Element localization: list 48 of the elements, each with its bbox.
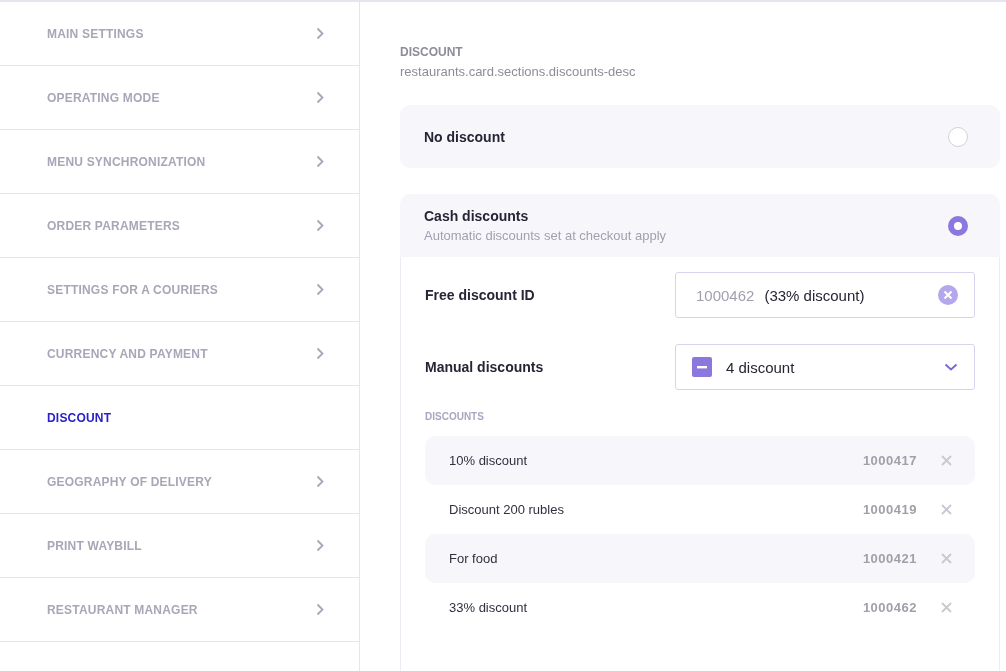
sidebar-item[interactable]: GEOGRAPHY OF DELIVERY	[0, 450, 359, 514]
discount-name: For food	[449, 551, 499, 566]
sidebar-item[interactable]: OPERATING MODE	[0, 66, 359, 130]
chevron-right-icon	[316, 283, 324, 296]
sidebar-item[interactable]: RESTAURANT MANAGER	[0, 578, 359, 642]
discount-id: 1000421	[862, 551, 917, 566]
manual-discounts-select[interactable]: 4 discount	[675, 344, 975, 390]
chevron-right-icon	[316, 27, 324, 40]
discount-name: 33% discount	[449, 600, 529, 615]
sidebar-item[interactable]: MENU SYNCHRONIZATION	[0, 130, 359, 194]
field-label: Free discount ID	[425, 287, 535, 303]
section-title: DISCOUNT	[400, 45, 464, 59]
sidebar-item[interactable]: CURRENCY AND PAYMENT	[0, 322, 359, 386]
remove-icon[interactable]	[941, 602, 952, 613]
discount-name: 10% discount	[449, 453, 529, 468]
chevron-right-icon	[316, 347, 324, 360]
discount-id: 1000417	[862, 453, 917, 468]
discount-id-field[interactable]: 1000462 (33% discount)	[675, 272, 975, 318]
discount-option[interactable]: Cash discounts Automatic discounts set at checkout apply	[400, 194, 1000, 257]
option-title: Cash discounts	[424, 208, 530, 224]
remove-icon[interactable]	[941, 553, 952, 564]
remove-icon[interactable]	[941, 455, 952, 466]
chevron-right-icon	[316, 155, 324, 168]
radio-button[interactable]	[948, 126, 968, 147]
section-description: restaurants.card.sections.discounts-desc	[400, 64, 637, 79]
option-subtitle: Automatic discounts set at checkout apply	[424, 228, 667, 243]
discount-id: 1000462	[862, 600, 917, 615]
remove-icon[interactable]	[941, 504, 952, 515]
option-title: No discount	[424, 128, 505, 145]
chevron-right-icon	[316, 475, 324, 488]
field-label: Manual discounts	[425, 359, 544, 375]
clear-icon[interactable]	[938, 285, 958, 305]
discounts-heading: DISCOUNTS	[425, 411, 485, 422]
discount-id: 1000419	[862, 502, 917, 517]
chevron-right-icon	[316, 91, 324, 104]
sidebar-item[interactable]: MAIN SETTINGS	[0, 2, 359, 66]
chevron-down-icon	[944, 363, 958, 371]
chevron-right-icon	[316, 539, 324, 552]
chevron-right-icon	[316, 603, 324, 616]
discount-name: Discount 200 rubles	[449, 502, 565, 517]
sidebar-item[interactable]: SETTINGS FOR A COURIERS	[0, 258, 359, 322]
chevron-right-icon	[316, 219, 324, 232]
minus-checkbox-icon	[692, 357, 712, 377]
sidebar-item[interactable]: PRINT WAYBILL	[0, 514, 359, 578]
radio-button[interactable]	[948, 215, 968, 236]
sidebar-item[interactable]: DISCOUNT	[0, 386, 359, 450]
sidebar-item[interactable]: ORDER PARAMETERS	[0, 194, 359, 258]
discount-option[interactable]: No discount	[400, 105, 1000, 168]
